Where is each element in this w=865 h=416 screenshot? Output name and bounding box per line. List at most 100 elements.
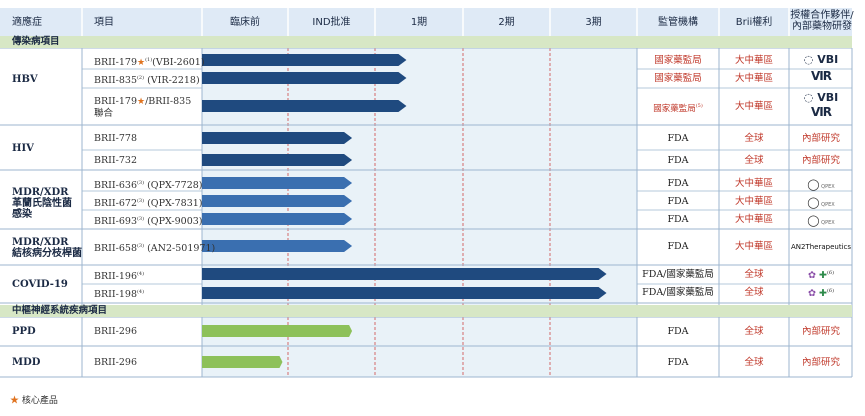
progress-bar-row-9 [202,268,607,280]
header-regulator: 監管機構 [658,16,698,28]
progress-bar-row-0 [202,54,407,66]
header-partner-line2: 內部藥物研發 [792,21,852,32]
progress-bar-row-6 [202,195,353,207]
regulator-row-0: 國家藥監局 [654,55,702,66]
regulator-row-6: FDA [667,196,689,207]
header-phase1: 1期 [410,16,428,28]
progress-bar-row-10 [202,287,607,299]
regulator-row-7: FDA [667,214,689,225]
indication-mdr-line3: 感染 [12,209,32,220]
progress-bar-row-11 [202,325,353,337]
progress-bar-row-5 [202,177,353,189]
regulator-row-4: FDA [667,155,689,166]
project-row-12: BRII-296 [94,357,137,368]
progress-bar-row-12 [202,356,283,368]
hospital-logo-icon: ✚ [818,270,827,282]
core-star-icon: ★ [136,97,146,107]
regulator-row-9: FDA/國家藥監局 [642,269,714,280]
project-row-9: BRII-196(4) [94,271,145,283]
university-seal-icon: ✿ [807,270,816,282]
rights-row-9: 全球 [744,269,764,280]
rights-row-4: 全球 [744,155,764,166]
partner-covid-logos-2: ✿ ✚(6) [807,288,835,300]
regulator-row-2: 國家藥監局(5) [653,103,703,114]
university-seal-icon: ✿ [807,288,816,300]
partner-an2-logo: AN2Therapeutics [790,243,852,251]
indication-mdrtb: MDR/XDR 結核病分枝桿菌 [12,237,82,259]
partner-qpex-logo-3: ◯ QPEX [807,214,835,227]
partner-row-12: 內部研究 [801,357,840,368]
indication-mdd: MDD [12,357,41,368]
header-phase2: 2期 [498,16,515,28]
core-star-icon: ★ [136,58,146,69]
partner-vbi-logo: ◌ VBI [803,53,839,66]
regulator-row-11: FDA [667,326,689,337]
partner-row-11: 內部研究 [801,326,840,337]
project-row-7: BRII-693(3) (QPX-9003) [94,216,203,228]
section-cns: 中樞神經系統疾病項目 [0,305,852,317]
rights-row-0: 大中華區 [734,55,773,66]
header-indication: 適應症 [12,16,42,28]
partner-vbi-logo-2: ◌ VBI [803,91,839,104]
partner-row-3: 內部研究 [801,133,840,144]
project-row-8: BRII-658(3) (AN2-501971) [94,243,216,255]
indication-mdr-line1: MDR/XDR [12,187,69,198]
indication-mdr: MDR/XDR 革蘭氏陰性菌 感染 [12,187,72,220]
legend: ★ 核心產品 [10,393,58,406]
project-row-11: BRII-296 [94,326,137,337]
progress-bar-row-7 [202,213,353,225]
regulator-row-10: FDA/國家藥監局 [642,287,714,298]
project-row-6: BRII-672(3) (QPX-7831) [94,198,203,210]
section-infectious: 傳染病項目 [0,36,852,48]
indication-hbv: HBV [12,74,38,85]
project-row-3: BRII-778 [94,133,137,144]
rights-row-6: 大中華區 [734,196,773,207]
project-row-2: BRII-179★/BRII-835 聯合 [94,96,192,119]
rights-row-12: 全球 [744,357,764,368]
partner-qpex-logo-2: ◯ QPEX [807,196,835,209]
rights-row-3: 全球 [744,133,764,144]
regulator-row-5: FDA [667,178,689,189]
header-partner: 授權合作夥伴/ 內部藥物研發 [789,8,855,34]
stage-area [202,48,637,305]
indication-hiv: HIV [12,143,34,154]
partner-vir-logo-2: VIR [811,105,832,119]
legend-label: 核心產品 [21,396,58,406]
rights-row-7: 大中華區 [734,214,773,225]
indication-mdr-line2: 革蘭氏陰性菌 [12,198,72,209]
header-rights: Brii權利 [735,16,773,28]
indication-mdrtb-line1: MDR/XDR [12,237,69,248]
regulator-row-3: FDA [667,133,689,144]
partner-row-4: 內部研究 [801,155,840,166]
rights-row-5: 大中華區 [734,178,773,189]
regulator-row-12: FDA [667,357,689,368]
header-partner-line1: 授權合作夥伴/ [790,10,854,21]
partner-vir-logo: VIR [811,69,832,83]
project-row-4: BRII-732 [94,155,137,166]
header-ind: IND批准 [312,16,351,28]
project-row-1: BRII-835(2) (VIR-2218) [94,75,200,87]
regulator-row-1: 國家藥監局 [654,73,702,84]
progress-bar-row-2 [202,100,407,112]
rights-row-8: 大中華區 [734,241,773,252]
indication-mdrtb-line2: 結核病分枝桿菌 [12,248,82,259]
project-row-5: BRII-636(3) (QPX-7728) [94,180,203,192]
progress-bar-row-4 [202,154,353,166]
indication-ppd: PPD [12,326,36,337]
header-preclinical: 臨床前 [230,16,260,28]
rights-row-11: 全球 [744,326,764,337]
progress-bar-row-3 [202,132,353,144]
indication-covid: COVID-19 [12,279,68,290]
partner-qpex-logo-1: ◯ QPEX [807,178,835,191]
rights-row-1: 大中華區 [734,73,773,84]
rights-row-10: 全球 [744,287,764,298]
header-phase3: 3期 [585,16,602,28]
rights-row-2: 大中華區 [734,101,773,112]
progress-bar-row-1 [202,72,407,84]
project-row-0: BRII-179★(1)(VBI-2601) [94,57,205,69]
core-star-icon: ★ [10,396,20,406]
hospital-logo-icon: ✚ [818,288,827,300]
project-row-10: BRII-198(4) [94,289,145,301]
regulator-row-8: FDA [667,241,689,252]
header-project: 項目 [94,16,114,28]
